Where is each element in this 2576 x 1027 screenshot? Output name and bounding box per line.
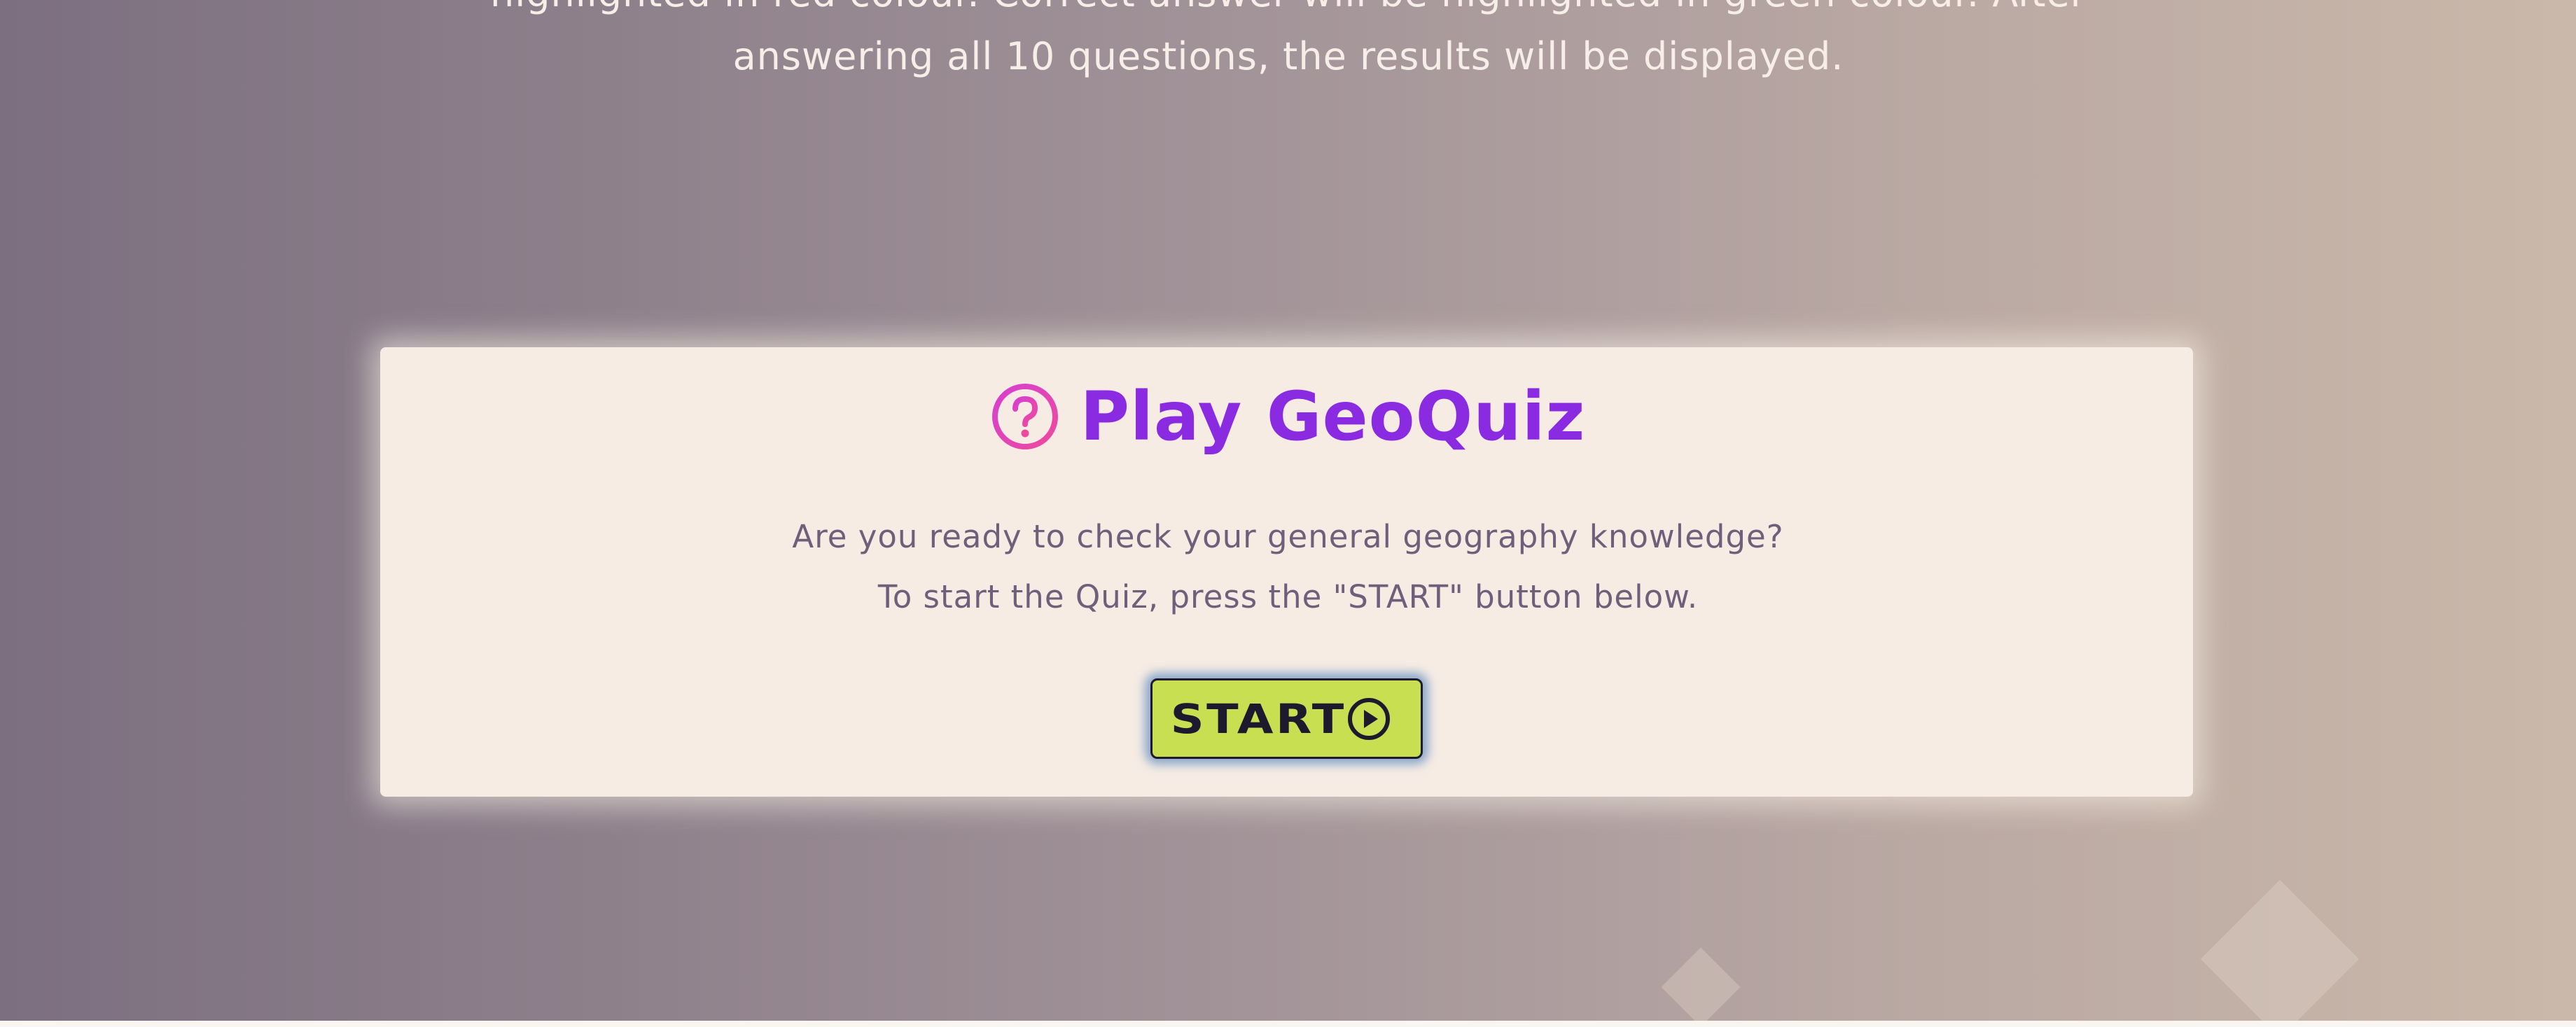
decorative-diamond bbox=[2200, 879, 2360, 1021]
quiz-title-text: Play GeoQuiz bbox=[1080, 377, 1586, 456]
question-circle-icon bbox=[991, 382, 1059, 451]
quiz-intro-text: Are you ready to check your general geog… bbox=[792, 518, 1784, 555]
instructions-line: highlighted in red colour. Correct answe… bbox=[490, 0, 2087, 15]
quiz-instructions: highlighted in red colour. Correct answe… bbox=[392, 0, 2185, 88]
decorative-diamond bbox=[1661, 947, 1741, 1021]
quiz-title: Play GeoQuiz bbox=[0, 378, 2576, 455]
start-button[interactable]: START bbox=[1150, 678, 1423, 759]
play-circle-icon bbox=[1346, 697, 1391, 741]
quiz-intro-text: To start the Quiz, press the "START" but… bbox=[877, 578, 1699, 615]
page-bottom-edge bbox=[0, 1021, 2576, 1027]
instructions-line: answering all 10 questions, the results … bbox=[732, 34, 1844, 78]
start-button-label: START bbox=[1170, 694, 1347, 743]
